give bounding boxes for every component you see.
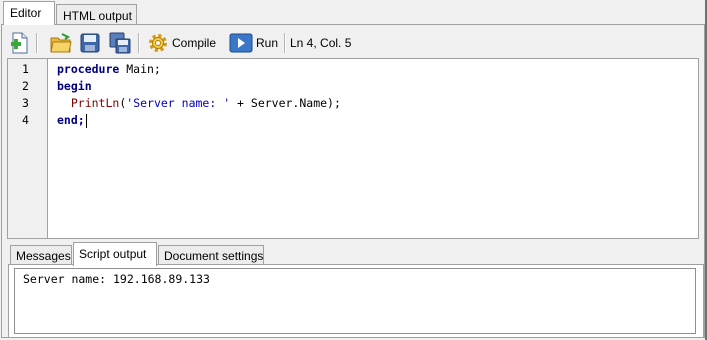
code-token: PrintLn (70, 96, 120, 110)
save-all-icon (109, 32, 131, 54)
text-caret (85, 113, 87, 128)
code-token: begin (57, 79, 92, 93)
code-token: + Server.Name); (230, 96, 341, 110)
open-folder-icon (50, 33, 72, 53)
tab-messages-label: Messages (16, 249, 71, 263)
gear-icon (147, 32, 169, 54)
new-file-button[interactable] (10, 31, 30, 55)
code-token: Main; (119, 62, 161, 76)
new-file-icon (10, 32, 30, 54)
tab-html-output-label: HTML output (63, 9, 132, 23)
tab-script-output-label: Script output (79, 247, 147, 261)
code-token: end; (57, 113, 85, 127)
cursor-position: Ln 4, Col. 5 (290, 31, 351, 55)
run-label: Run (256, 36, 279, 50)
cursor-position-text: Ln 4, Col. 5 (290, 36, 352, 50)
code-token: procedure (57, 62, 120, 76)
code-editor[interactable]: procedure Main; begin PrintLn('Server nam… (47, 58, 699, 239)
save-all-button[interactable] (109, 31, 131, 55)
open-button[interactable] (50, 31, 72, 55)
code-line: procedure Main; (48, 61, 698, 78)
code-lines: procedure Main; begin PrintLn('Server nam… (48, 61, 698, 129)
tab-document-settings-label: Document settings (164, 249, 264, 263)
script-output-text: Server name: 192.168.89.133 (23, 272, 210, 286)
script-output-area[interactable]: Server name: 192.168.89.133 (14, 268, 696, 334)
tab-editor[interactable]: Editor (3, 1, 55, 25)
tab-document-settings[interactable]: Document settings (158, 245, 264, 265)
tab-editor-label: Editor (10, 6, 42, 20)
save-icon (80, 33, 100, 53)
toolbar-separator (36, 33, 38, 53)
save-button[interactable] (80, 31, 100, 55)
line-number: 2 (22, 79, 29, 93)
line-number-gutter: 1 2 3 4 (7, 58, 47, 239)
toolbar-separator (138, 33, 140, 53)
code-line: PrintLn('Server name: ' + Server.Name); (48, 95, 698, 112)
tab-script-output[interactable]: Script output (73, 242, 157, 266)
code-line: end; (48, 112, 698, 129)
toolbar-separator (284, 33, 286, 53)
compile-button[interactable]: Compile (147, 31, 216, 55)
code-token: 'Server name: ' (126, 96, 231, 110)
line-number: 3 (22, 96, 29, 110)
tab-html-output[interactable]: HTML output (56, 4, 137, 25)
line-number: 1 (22, 62, 29, 76)
line-number: 4 (22, 113, 29, 127)
code-line: begin (48, 78, 698, 95)
play-icon (229, 33, 253, 53)
tab-messages[interactable]: Messages (10, 245, 72, 265)
run-button[interactable]: Run (229, 31, 278, 55)
compile-label: Compile (172, 36, 217, 50)
toolbar: Compile Run Ln 4, Col. 5 (6, 28, 702, 58)
